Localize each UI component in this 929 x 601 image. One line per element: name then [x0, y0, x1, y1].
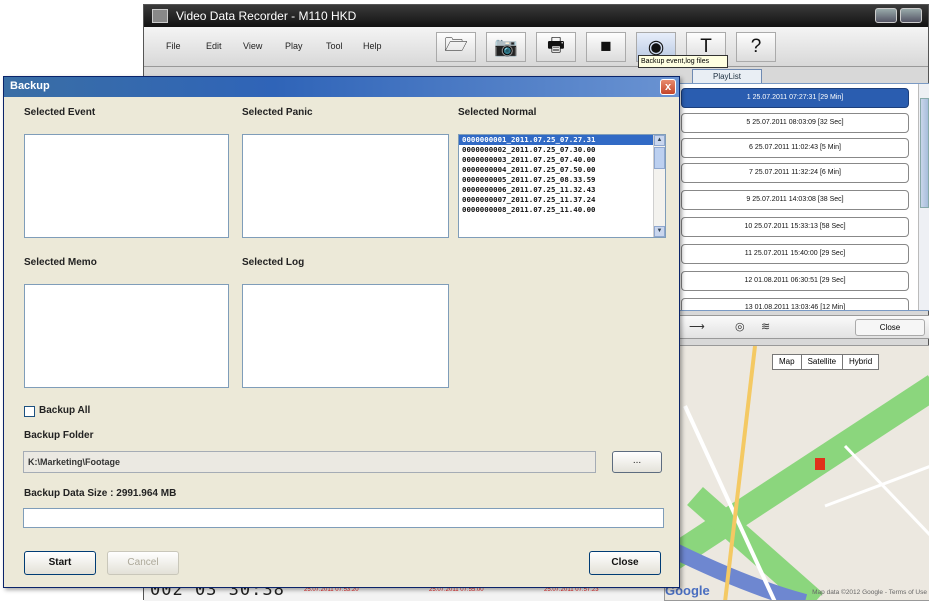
event-list[interactable] [24, 134, 229, 238]
printer-icon: 🖶 [547, 35, 565, 56]
playlist-item[interactable]: 12 01.08.2011 06:30:51 [29 Sec] [681, 271, 909, 291]
playlist-item[interactable]: 6 25.07.2011 11:02:43 [5 Min] [681, 138, 909, 158]
menubar: File Edit View Play Tool Help 🗁 📷 🖶 ■ ◉ … [144, 27, 928, 67]
normal-list-scrollbar[interactable]: ▲ ▼ [653, 135, 665, 237]
start-button[interactable]: Start [24, 551, 96, 575]
backup-folder-label: Backup Folder [24, 430, 94, 441]
menu-help[interactable]: Help [363, 41, 382, 51]
playlist-scroll-thumb[interactable] [920, 98, 929, 208]
playlist-scrollbar[interactable] [918, 84, 929, 310]
hdd-icon: ■ [600, 36, 612, 57]
scroll-down-icon[interactable]: ▼ [654, 226, 665, 237]
help-button[interactable]: ? [736, 32, 776, 62]
selected-panic-label: Selected Panic [242, 107, 313, 118]
help-icon: ? [750, 36, 762, 57]
playlist-item[interactable]: 13 01.08.2011 13:03:46 [12 Min] [681, 298, 909, 310]
playlist-item[interactable]: 1 25.07.2011 07:27:31 [29 Min] [681, 88, 909, 108]
scroll-up-icon[interactable]: ▲ [654, 135, 665, 146]
list-item[interactable]: 0000000008_2011.07.25_11.40.00 [459, 205, 665, 215]
backup-dialog: Backup x Selected Event Selected Panic S… [3, 76, 680, 588]
app-title: Video Data Recorder - M110 HKD [176, 9, 357, 23]
playlist-item[interactable]: 9 25.07.2011 14:03:08 [38 Sec] [681, 190, 909, 210]
app-titlebar: Video Data Recorder - M110 HKD [144, 5, 928, 27]
panic-list[interactable] [242, 134, 449, 238]
storage-button[interactable]: ■ [586, 32, 626, 62]
selected-normal-label: Selected Normal [458, 107, 537, 118]
map-type-map[interactable]: Map [772, 354, 802, 370]
menu-play[interactable]: Play [285, 41, 303, 51]
normal-list[interactable]: 0000000001_2011.07.25_07.27.31 000000000… [458, 134, 666, 238]
map-type-selector: Map Satellite Hybrid [772, 354, 880, 370]
app-icon [152, 9, 168, 23]
backup-data-size: Backup Data Size : 2991.964 MB [24, 488, 177, 499]
map-credit[interactable]: Map data ©2012 Google - Terms of Use [812, 589, 927, 596]
log-list[interactable] [242, 284, 449, 388]
dialog-title: Backup [10, 80, 50, 92]
menu-file[interactable]: File [166, 41, 181, 51]
list-item[interactable]: 0000000003_2011.07.25_07.40.00 [459, 155, 665, 165]
dialog-close-icon[interactable]: x [660, 79, 676, 95]
menu-edit[interactable]: Edit [206, 41, 222, 51]
waveform-icon[interactable]: ≋ [761, 320, 770, 333]
list-item[interactable]: 0000000007_2011.07.25_11.37.24 [459, 195, 665, 205]
range-icon[interactable]: ⟶ [689, 320, 705, 333]
list-item[interactable]: 0000000002_2011.07.25_07.30.00 [459, 145, 665, 155]
menu-view[interactable]: View [243, 41, 262, 51]
snapshot-button[interactable]: 📷 [486, 32, 526, 62]
playlist-item[interactable]: 10 25.07.2011 15:33:13 [58 Sec] [681, 217, 909, 237]
minimize-icon[interactable] [875, 8, 897, 23]
folder-icon: 🗁 [444, 35, 468, 56]
zoom-icon[interactable]: ◎ [735, 320, 745, 333]
timeline-toolbar: ⟶ ◎ ≋ Close [674, 315, 929, 339]
cancel-button[interactable]: Cancel [107, 551, 179, 575]
backup-tooltip: Backup event,log files [638, 55, 728, 68]
map-type-hybrid[interactable]: Hybrid [842, 354, 880, 370]
backup-progress-bar [23, 508, 664, 528]
timeline-close-button[interactable]: Close [855, 319, 925, 336]
playlist-item[interactable]: 11 25.07.2011 15:40:00 [29 Sec] [681, 244, 909, 264]
scroll-thumb[interactable] [654, 147, 665, 169]
tab-playlist[interactable]: PlayList [692, 69, 762, 83]
list-item[interactable]: 0000000006_2011.07.25_11.32.43 [459, 185, 665, 195]
selected-event-label: Selected Event [24, 107, 96, 118]
map-roads [665, 346, 929, 600]
camera-icon: 📷 [494, 37, 518, 58]
playlist-item[interactable]: 5 25.07.2011 08:03:09 [32 Sec] [681, 113, 909, 133]
backup-all-checkbox[interactable] [24, 406, 35, 417]
app-window-controls [875, 8, 922, 23]
close-button[interactable]: Close [589, 551, 661, 575]
backup-all-label[interactable]: Backup All [39, 405, 90, 416]
backup-folder-field[interactable]: K:\Marketing\Footage [23, 451, 596, 473]
playlist-item[interactable]: 7 25.07.2011 11:32:24 [6 Min] [681, 163, 909, 183]
dialog-titlebar[interactable]: Backup x [4, 77, 679, 97]
browse-button[interactable]: ... [612, 451, 662, 473]
list-item[interactable]: 0000000001_2011.07.25_07.27.31 [459, 135, 665, 145]
list-item[interactable]: 0000000004_2011.07.25_07.50.00 [459, 165, 665, 175]
map-view[interactable]: Map Satellite Hybrid Google Map data ©20… [664, 345, 929, 601]
print-button[interactable]: 🖶 [536, 32, 576, 62]
playlist: 1 25.07.2011 07:27:31 [29 Min] 5 25.07.2… [674, 83, 929, 311]
selected-memo-label: Selected Memo [24, 257, 97, 268]
memo-list[interactable] [24, 284, 229, 388]
open-folder-button[interactable]: 🗁 [436, 32, 476, 62]
list-item[interactable]: 0000000005_2011.07.25_08.33.59 [459, 175, 665, 185]
selected-log-label: Selected Log [242, 257, 305, 268]
map-type-satellite[interactable]: Satellite [800, 354, 844, 370]
close-icon[interactable] [900, 8, 922, 23]
menu-tool[interactable]: Tool [326, 41, 343, 51]
